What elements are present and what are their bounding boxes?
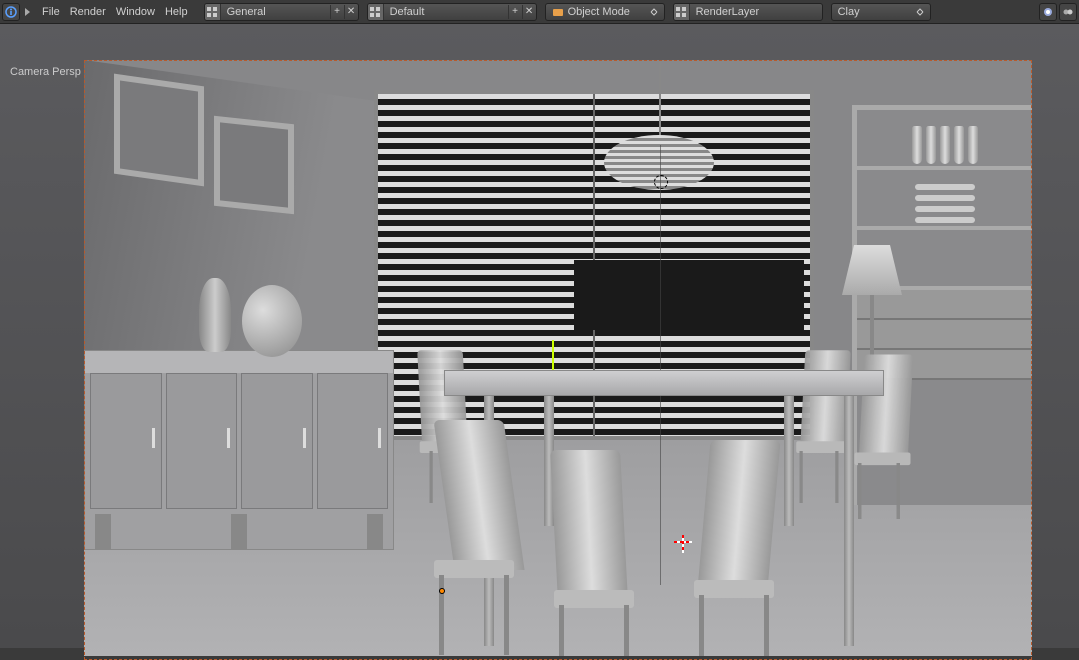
picture-frame (114, 74, 204, 187)
chair-object (424, 420, 514, 650)
menu-label: File (42, 6, 60, 18)
menu-label: Render (70, 6, 106, 18)
table-leg (844, 396, 854, 646)
scene-dropdown[interactable]: Default + ✕ (367, 3, 537, 21)
screen-layout-dropdown[interactable]: General + ✕ (204, 3, 359, 21)
top-menu-bar: File Render Window Help General + ✕ Defa… (0, 0, 1079, 24)
mode-label: Object Mode (568, 6, 630, 18)
vase-object (199, 278, 231, 352)
object-origin-icon (439, 588, 445, 594)
table-lamp (842, 245, 902, 365)
panel-drag-icon[interactable] (25, 6, 33, 18)
menu-label: Help (165, 6, 188, 18)
menu-help[interactable]: Help (161, 3, 192, 21)
vase-object (242, 285, 302, 357)
chair-object (544, 450, 634, 656)
renderlayer-browse-icon[interactable] (674, 4, 690, 20)
3d-cursor-icon (674, 535, 692, 553)
material-label: Clay (838, 6, 860, 18)
layout-browse-icon[interactable] (205, 4, 221, 20)
scene-render (84, 60, 1032, 656)
mode-dropdown[interactable]: Object Mode (545, 3, 665, 21)
table-leg (784, 396, 794, 526)
chair-object (684, 440, 774, 656)
3d-viewport[interactable]: Camera Persp (0, 24, 1079, 648)
window-opening (574, 260, 804, 330)
dining-table (444, 370, 884, 396)
render-engine-icon[interactable] (1039, 3, 1057, 21)
renderlayer-dropdown[interactable]: RenderLayer (673, 3, 823, 21)
pendant-cord (659, 60, 661, 138)
menu-file[interactable]: File (38, 3, 64, 21)
renderlayer-name: RenderLayer (690, 6, 822, 18)
material-override-dropdown[interactable]: Clay (831, 3, 931, 21)
lamp-empty-icon (654, 175, 668, 189)
menu-render[interactable]: Render (66, 3, 110, 21)
sideboard-cabinet (84, 350, 394, 550)
scene-remove-button[interactable]: ✕ (522, 5, 536, 19)
scene-browse-icon[interactable] (368, 4, 384, 20)
layout-add-button[interactable]: + (330, 5, 344, 19)
view-perspective-label: Camera Persp (10, 66, 81, 78)
picture-frame (214, 116, 294, 214)
guide-line (660, 145, 661, 585)
menu-label: Window (116, 6, 155, 18)
header-extra-icon[interactable] (1059, 3, 1077, 21)
menu-window[interactable]: Window (112, 3, 159, 21)
scene-add-button[interactable]: + (508, 5, 522, 19)
scene-name: Default (384, 6, 508, 18)
layout-name: General (221, 6, 330, 18)
layout-remove-button[interactable]: ✕ (344, 5, 358, 19)
info-icon[interactable] (2, 3, 20, 21)
